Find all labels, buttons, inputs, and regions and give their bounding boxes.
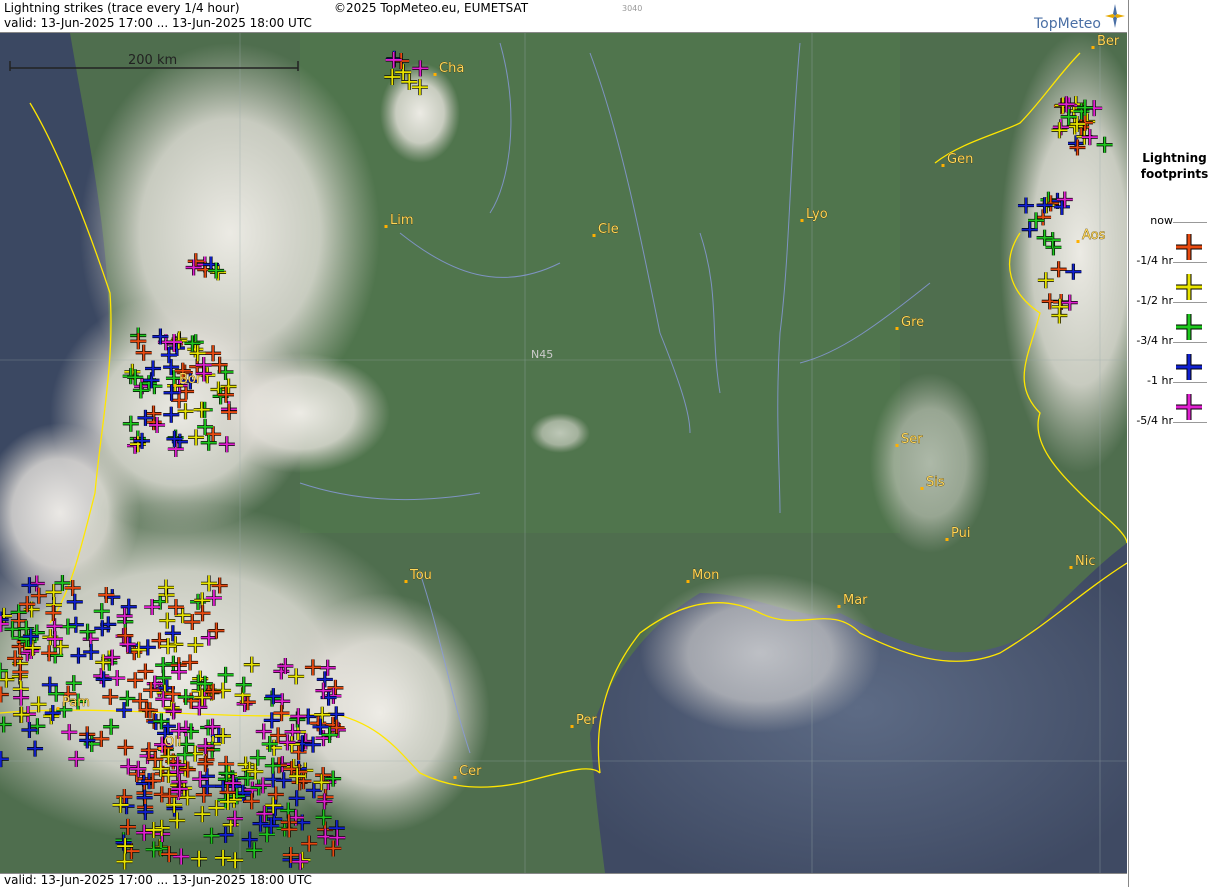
legend-title: Lightning footprints — [1129, 150, 1219, 182]
city-label: Nic — [1075, 554, 1095, 569]
legend-tick-line — [1173, 302, 1207, 303]
city-label: Mon — [692, 568, 719, 583]
legend-tick-line — [1173, 422, 1207, 423]
city-label: Ser — [901, 432, 923, 447]
legend-cross-icon — [1176, 234, 1202, 260]
city-label: Lyo — [806, 207, 828, 222]
topmeteo-logo-text[interactable]: TopMeteo — [1034, 16, 1101, 32]
city-label: Ber — [1097, 34, 1120, 49]
city-label: Pui — [951, 526, 970, 541]
legend-cross-icon — [1176, 394, 1202, 420]
legend-label: -3/4 hr — [1136, 334, 1173, 347]
satellite-map[interactable]: N45 200 km Cha Ber Gen Lim Cle Lyo Aos G… — [0, 33, 1127, 873]
legend-label: -1/2 hr — [1136, 294, 1173, 307]
gridline-label: N45 — [531, 348, 553, 361]
city-label: Mar — [843, 593, 868, 608]
city-marker: Gen — [941, 152, 974, 167]
city-marker: Mon — [686, 568, 720, 583]
legend-cross-icon — [1176, 354, 1202, 380]
compass-logo-icon — [1105, 4, 1125, 28]
city-label: Lim — [390, 213, 414, 228]
city-label: Gre — [901, 315, 924, 330]
legend-tick-line — [1173, 262, 1207, 263]
map-title: Lightning strikes (trace every 1/4 hour) — [4, 1, 240, 15]
city-label: Oli — [164, 735, 181, 750]
legend-tick-line — [1173, 222, 1207, 223]
legend-tick-line — [1173, 342, 1207, 343]
city-label: Pam — [62, 695, 90, 710]
legend: Lightning footprints now -1/4 hr -1/2 hr -3… — [1128, 0, 1219, 887]
city-label: Sis — [926, 475, 945, 490]
map-code: 3040 — [622, 4, 643, 13]
legend-label: -1/4 hr — [1136, 254, 1173, 267]
valid-time-bottom: valid: 13-Jun-2025 17:00 ... 13-Jun-2025… — [4, 873, 312, 887]
legend-cross-icon — [1176, 274, 1202, 300]
legend-cross-icon — [1176, 314, 1202, 340]
city-label: Per — [576, 713, 597, 728]
scale-label: 200 km — [128, 53, 177, 68]
city-label: Cha — [439, 61, 464, 76]
city-label: Bor — [179, 372, 202, 387]
city-marker: Pam — [56, 695, 90, 710]
valid-time-top: valid: 13-Jun-2025 17:00 ... 13-Jun-2025… — [4, 16, 312, 30]
city-label: Cle — [598, 222, 619, 237]
legend-title-line2: footprints — [1140, 167, 1209, 181]
legend-label: -5/4 hr — [1136, 414, 1173, 427]
legend-row: -5/4 hr — [1129, 414, 1219, 462]
header: Lightning strikes (trace every 1/4 hour)… — [0, 0, 1127, 33]
map-canvas: N45 200 km ChaBerGenLimCleLyoAosGreBorSe… — [0, 33, 1127, 873]
legend-title-line1: Lightning — [1142, 151, 1207, 165]
city-marker: Mar — [837, 593, 868, 608]
city-label: Cer — [459, 764, 482, 779]
footer: valid: 13-Jun-2025 17:00 ... 13-Jun-2025… — [0, 873, 1127, 888]
city-label: Aos — [1082, 228, 1106, 243]
legend-label: now — [1150, 214, 1173, 227]
copyright: ©2025 TopMeteo.eu, EUMETSAT — [334, 1, 529, 15]
city-marker: Cha — [433, 61, 465, 76]
legend-label: -1 hr — [1147, 374, 1173, 387]
legend-tick-line — [1173, 382, 1207, 383]
city-label: Tou — [409, 568, 432, 583]
city-label: Gen — [947, 152, 973, 167]
